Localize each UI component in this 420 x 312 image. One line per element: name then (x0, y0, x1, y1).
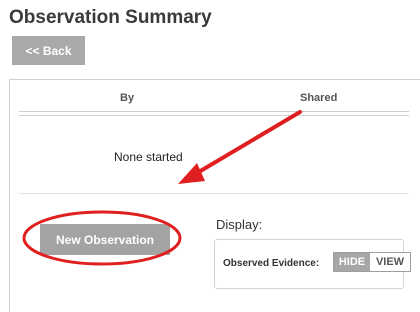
display-options-box: Observed Evidence: HIDE VIEW (214, 239, 411, 289)
row-divider (19, 193, 409, 194)
toggle-hide-option[interactable]: HIDE (334, 253, 370, 271)
back-button[interactable]: << Back (12, 36, 85, 65)
column-header-shared[interactable]: Shared (300, 92, 337, 104)
page-title: Observation Summary (9, 7, 212, 28)
observation-panel: By Shared None started New Observation D… (9, 79, 420, 312)
observed-evidence-toggle[interactable]: HIDE VIEW (333, 252, 411, 272)
column-header-by[interactable]: By (120, 92, 134, 104)
new-observation-button[interactable]: New Observation (40, 224, 170, 255)
toggle-view-option[interactable]: VIEW (370, 253, 410, 271)
display-label: Display: (216, 217, 263, 232)
header-divider (19, 111, 409, 116)
empty-state-text: None started (114, 150, 183, 164)
observed-evidence-label: Observed Evidence: (223, 258, 320, 269)
